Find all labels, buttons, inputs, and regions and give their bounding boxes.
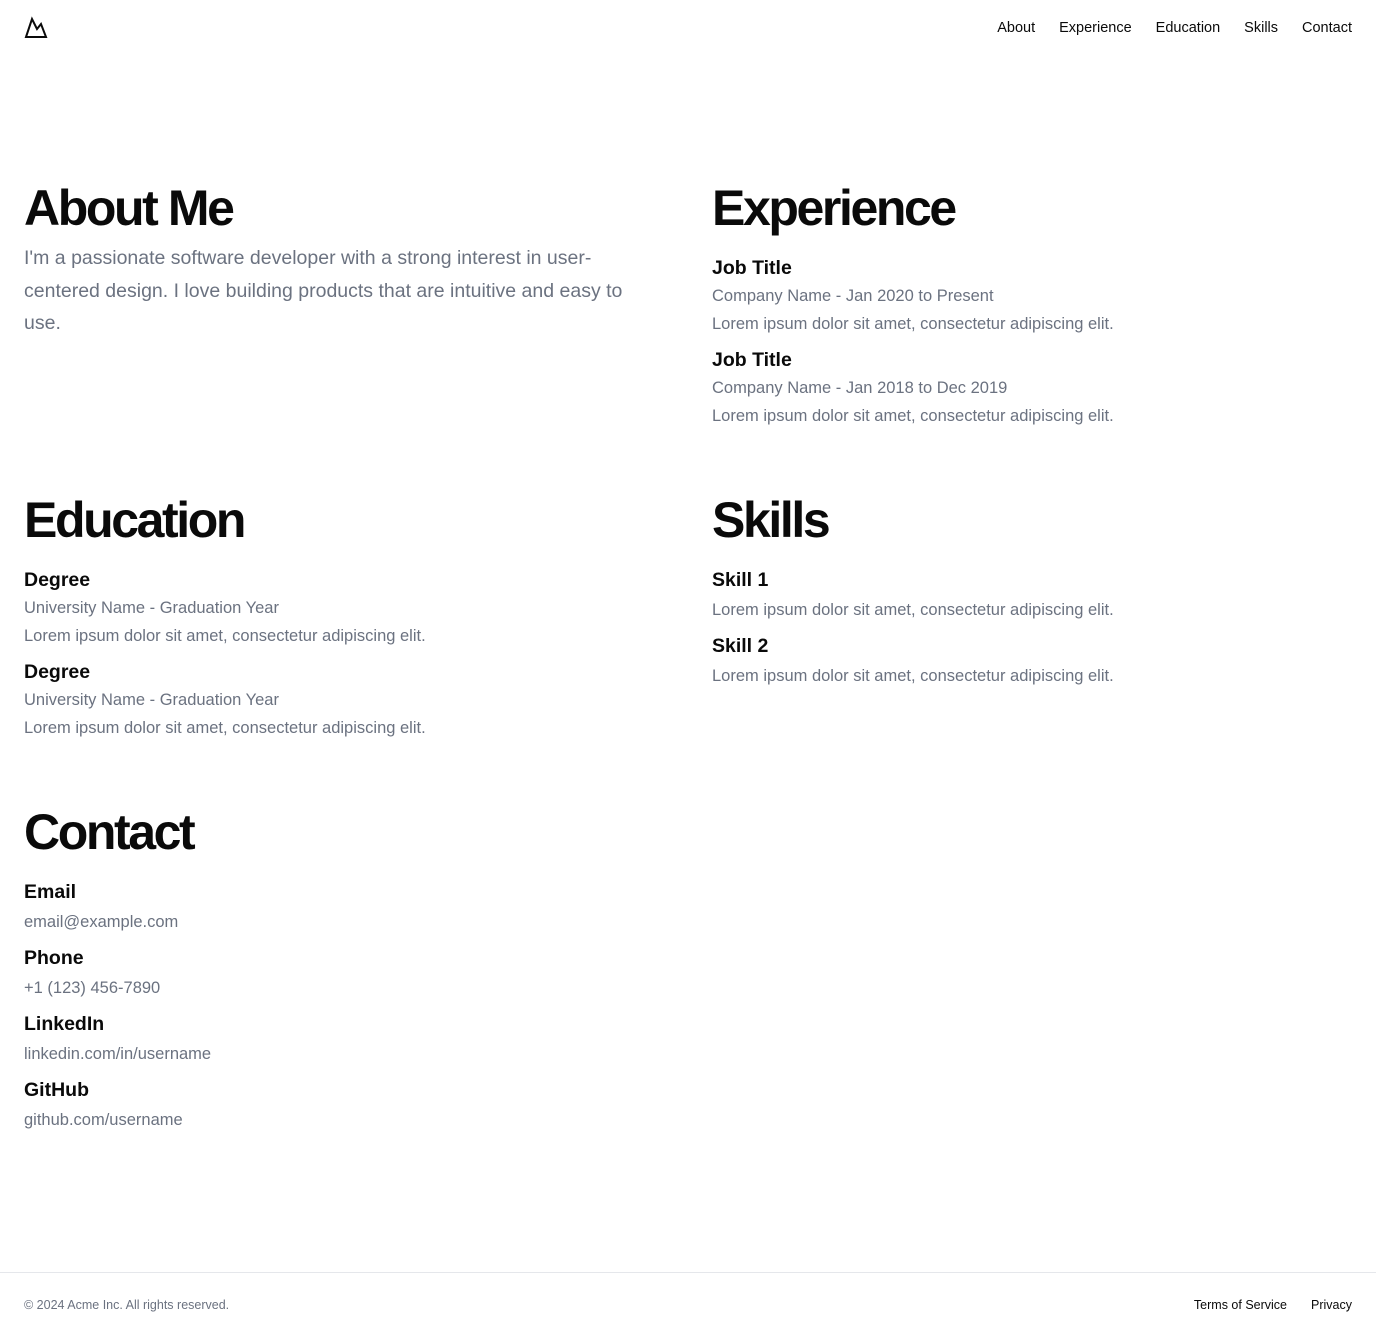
about-text: I'm a passionate software developer with… [24,247,623,334]
contact-label: Phone [24,947,84,969]
about-title: About Me [24,180,235,236]
degree-meta: University Name - Graduation Year [24,599,279,617]
nav-link-education[interactable]: Education [1156,18,1221,38]
copyright-text: © 2024 Acme Inc. All rights reserved. [24,1298,230,1312]
nav-link-contact[interactable]: Contact [1302,18,1352,38]
contact-item: LinkedIn linkedin.com/in/username [24,1010,624,1068]
github-value[interactable]: github.com/username [24,1106,624,1134]
about-section: About Me I'm a passionate software devel… [24,180,624,430]
nav-link-experience[interactable]: Experience [1059,18,1132,38]
experience-section: Experience Job Title Company Name - Jan … [712,180,1352,430]
terms-link[interactable]: Terms of Service [1194,1298,1287,1312]
skill-item: Skill 1 Lorem ipsum dolor sit amet, cons… [712,566,1352,624]
skills-title: Skills [712,492,831,548]
job-description: Lorem ipsum dolor sit amet, consectetur … [712,407,1114,425]
site-header: About Experience Education Skills Contac… [0,0,1376,56]
contact-title: Contact [24,804,196,860]
contact-label: Email [24,881,77,903]
degree-title: Degree [24,661,91,683]
education-item: Degree University Name - Graduation Year… [24,566,624,650]
skills-section: Skills Skill 1 Lorem ipsum dolor sit ame… [712,492,1352,742]
degree-description: Lorem ipsum dolor sit amet, consectetur … [24,627,426,645]
degree-title: Degree [24,569,91,591]
education-section: Education Degree University Name - Gradu… [24,492,624,742]
main-nav: About Experience Education Skills Contac… [997,18,1352,38]
skill-title: Skill 1 [712,569,769,591]
nav-link-about[interactable]: About [997,18,1035,38]
job-title: Job Title [712,349,792,371]
experience-item: Job Title Company Name - Jan 2018 to Dec… [712,346,1352,430]
phone-value[interactable]: +1 (123) 456-7890 [24,974,624,1002]
footer-nav: Terms of Service Privacy [1194,1298,1352,1312]
contact-label: GitHub [24,1079,89,1101]
degree-description: Lorem ipsum dolor sit amet, consectetur … [24,719,426,737]
degree-meta: University Name - Graduation Year [24,691,279,709]
contact-label: LinkedIn [24,1013,105,1035]
contact-item: Phone +1 (123) 456-7890 [24,944,624,1002]
privacy-link[interactable]: Privacy [1311,1298,1352,1312]
contact-item: Email email@example.com [24,878,624,936]
skill-title: Skill 2 [712,635,769,657]
linkedin-value[interactable]: linkedin.com/in/username [24,1040,624,1068]
job-description: Lorem ipsum dolor sit amet, consectetur … [712,315,1114,333]
contact-item: GitHub github.com/username [24,1076,624,1134]
skill-item: Skill 2 Lorem ipsum dolor sit amet, cons… [712,632,1352,690]
email-value[interactable]: email@example.com [24,908,624,936]
site-footer: © 2024 Acme Inc. All rights reserved. Te… [0,1272,1376,1337]
job-title: Job Title [712,257,792,279]
skill-description: Lorem ipsum dolor sit amet, consectetur … [712,667,1114,685]
education-item: Degree University Name - Graduation Year… [24,658,624,742]
education-title: Education [24,492,246,548]
contact-section: Contact Email email@example.com Phone +1… [24,804,624,1134]
job-meta: Company Name - Jan 2018 to Dec 2019 [712,379,1008,397]
nav-link-skills[interactable]: Skills [1244,18,1278,38]
experience-title: Experience [712,180,957,236]
experience-item: Job Title Company Name - Jan 2020 to Pre… [712,254,1352,338]
skill-description: Lorem ipsum dolor sit amet, consectetur … [712,601,1114,619]
mountain-icon[interactable] [24,16,48,40]
main-content: About Me I'm a passionate software devel… [24,180,1352,1134]
job-meta: Company Name - Jan 2020 to Present [712,287,994,305]
